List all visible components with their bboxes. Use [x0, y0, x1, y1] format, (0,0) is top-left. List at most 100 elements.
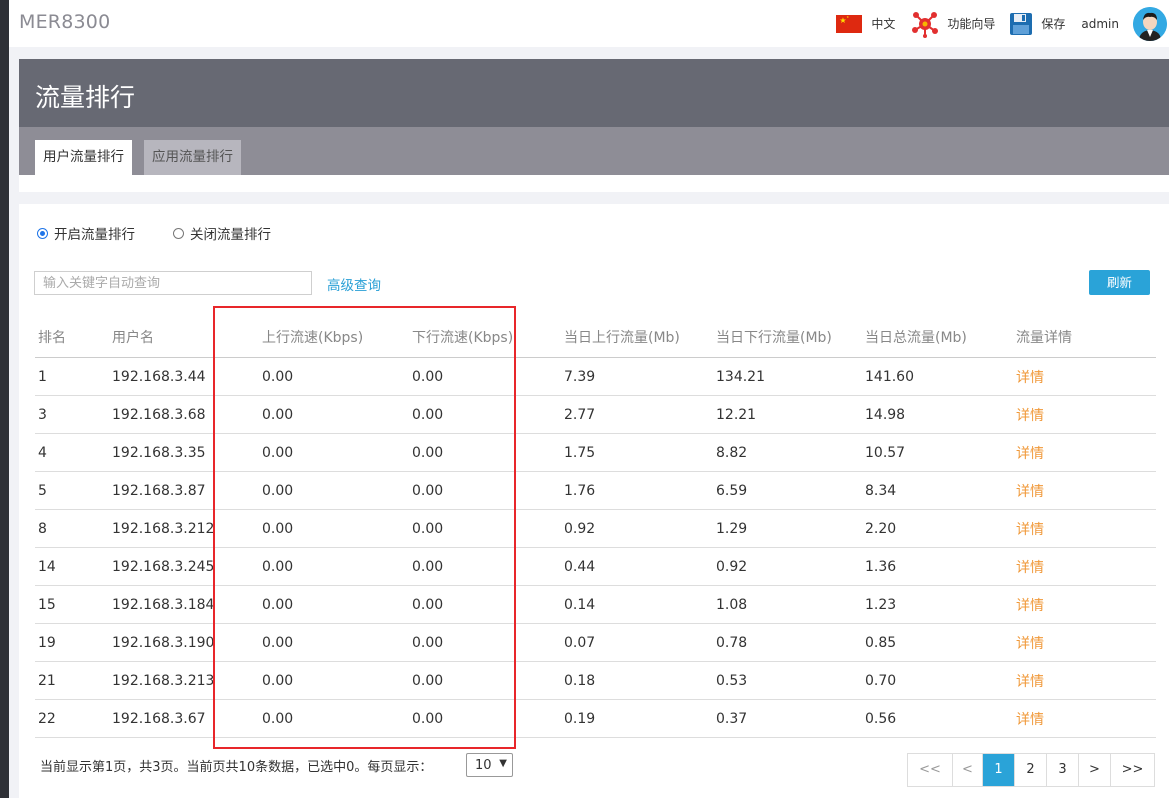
detail-link[interactable]: 详情	[1016, 395, 1156, 434]
save-label: 保存	[1041, 17, 1066, 31]
download-rate-cell: 0.00	[412, 395, 564, 434]
daily-upload-cell: 1.76	[564, 471, 716, 510]
main-content: 开启流量排行 关闭流量排行 高级查询 刷新 排名 用户名 上行流速(Kbps) …	[19, 204, 1169, 798]
rank-cell: 3	[35, 395, 112, 434]
page-number-button[interactable]: 2	[1014, 754, 1046, 786]
upload-rate-cell: 0.00	[262, 547, 412, 586]
username-cell: 192.168.3.190	[112, 623, 262, 662]
table-row: 15 192.168.3.184 0.00 0.00 0.14 1.08 1.23 详情	[35, 585, 1156, 624]
download-rate-cell: 0.00	[412, 623, 564, 662]
col-header-username[interactable]: 用户名	[112, 317, 262, 358]
rank-cell: 8	[35, 509, 112, 548]
rank-cell: 21	[35, 661, 112, 700]
save-button[interactable]: 保存	[1009, 12, 1065, 36]
username-cell: 192.168.3.67	[112, 699, 262, 738]
detail-link[interactable]: 详情	[1016, 585, 1156, 624]
daily-download-cell: 1.29	[716, 509, 865, 548]
radio-disable-ranking[interactable]: 关闭流量排行	[173, 223, 271, 243]
daily-upload-cell: 0.18	[564, 661, 716, 700]
search-input[interactable]	[34, 271, 312, 295]
refresh-button[interactable]: 刷新	[1089, 270, 1150, 295]
tab-app-traffic[interactable]: 应用流量排行	[144, 140, 241, 175]
page-size-select[interactable]: 10 ▼	[466, 753, 513, 777]
daily-upload-cell: 0.14	[564, 585, 716, 624]
page-number-button[interactable]: 3	[1046, 754, 1078, 786]
upload-rate-cell: 0.00	[262, 433, 412, 472]
table-header-row: 排名 用户名 上行流速(Kbps) 下行流速(Kbps) 当日上行流量(Mb) …	[35, 317, 1156, 358]
username-cell: 192.168.3.35	[112, 433, 262, 472]
daily-download-cell: 0.53	[716, 661, 865, 700]
daily-total-cell: 14.98	[865, 395, 1016, 434]
detail-link[interactable]: 详情	[1016, 433, 1156, 472]
username-cell: 192.168.3.87	[112, 471, 262, 510]
username-cell: 192.168.3.213	[112, 661, 262, 700]
table-row: 14 192.168.3.245 0.00 0.00 0.44 0.92 1.36 详情	[35, 547, 1156, 586]
tab-user-traffic[interactable]: 用户流量排行	[35, 140, 132, 175]
detail-link[interactable]: 详情	[1016, 699, 1156, 738]
floppy-disk-icon	[1010, 12, 1033, 35]
table-row: 5 192.168.3.87 0.00 0.00 1.76 6.59 8.34 详情	[35, 471, 1156, 510]
rank-cell: 15	[35, 585, 112, 624]
col-header-rank[interactable]: 排名	[35, 317, 112, 358]
user-avatar-icon	[1133, 6, 1167, 41]
col-header-daily-download[interactable]: 当日下行流量(Mb)	[716, 317, 865, 358]
username-cell: 192.168.3.184	[112, 585, 262, 624]
col-header-download-rate[interactable]: 下行流速(Kbps)	[412, 317, 564, 358]
daily-upload-cell: 0.19	[564, 699, 716, 738]
daily-download-cell: 1.08	[716, 585, 865, 624]
china-flag-icon: ★ ★	[836, 14, 863, 33]
detail-link[interactable]: 详情	[1016, 547, 1156, 586]
daily-total-cell: 0.70	[865, 661, 1016, 700]
detail-link[interactable]: 详情	[1016, 509, 1156, 548]
daily-total-cell: 1.23	[865, 585, 1016, 624]
detail-link[interactable]: 详情	[1016, 471, 1156, 510]
daily-total-cell: 1.36	[865, 547, 1016, 586]
ranking-toggle-group: 开启流量排行 关闭流量排行	[37, 223, 271, 243]
detail-link[interactable]: 详情	[1016, 357, 1156, 396]
table-row: 1 192.168.3.44 0.00 0.00 7.39 134.21 141.60 详情	[35, 357, 1156, 396]
tab-bar: 用户流量排行 应用流量排行	[19, 127, 1169, 175]
daily-total-cell: 2.20	[865, 509, 1016, 548]
advanced-query-link[interactable]: 高级查询	[327, 274, 381, 294]
daily-upload-cell: 7.39	[564, 357, 716, 396]
daily-total-cell: 8.34	[865, 471, 1016, 510]
wizard-button[interactable]: 功能向导	[911, 10, 995, 38]
upload-rate-cell: 0.00	[262, 661, 412, 700]
page-first-button[interactable]: <<	[908, 754, 952, 786]
table-row: 21 192.168.3.213 0.00 0.00 0.18 0.53 0.70 详情	[35, 661, 1156, 700]
daily-total-cell: 10.57	[865, 433, 1016, 472]
daily-total-cell: 141.60	[865, 357, 1016, 396]
pagination: << < 1 2 3 > >>	[907, 753, 1155, 787]
page-number-button[interactable]: 1	[982, 754, 1014, 786]
download-rate-cell: 0.00	[412, 509, 564, 548]
page-next-button[interactable]: >	[1078, 754, 1110, 786]
upload-rate-cell: 0.00	[262, 585, 412, 624]
page-last-button[interactable]: >>	[1110, 754, 1154, 786]
daily-total-cell: 0.85	[865, 623, 1016, 662]
daily-download-cell: 0.78	[716, 623, 865, 662]
table-row: 3 192.168.3.68 0.00 0.00 2.77 12.21 14.98 详情	[35, 395, 1156, 434]
download-rate-cell: 0.00	[412, 547, 564, 586]
language-switch[interactable]: ★ ★ 中文	[836, 14, 895, 33]
user-menu[interactable]: admin	[1081, 6, 1169, 41]
rank-cell: 4	[35, 433, 112, 472]
page-prev-button[interactable]: <	[952, 754, 982, 786]
radio-enable-ranking[interactable]: 开启流量排行	[37, 223, 135, 243]
upload-rate-cell: 0.00	[262, 699, 412, 738]
detail-link[interactable]: 详情	[1016, 623, 1156, 662]
col-header-daily-total[interactable]: 当日总流量(Mb)	[865, 317, 1016, 358]
top-right-actions: ★ ★ 中文 功能向导 保存 admin	[836, 0, 1169, 47]
rank-cell: 14	[35, 547, 112, 586]
download-rate-cell: 0.00	[412, 661, 564, 700]
traffic-ranking-table: 排名 用户名 上行流速(Kbps) 下行流速(Kbps) 当日上行流量(Mb) …	[35, 317, 1156, 738]
radio-disable-label: 关闭流量排行	[190, 227, 271, 243]
download-rate-cell: 0.00	[412, 699, 564, 738]
col-header-upload-rate[interactable]: 上行流速(Kbps)	[262, 317, 412, 358]
pagination-summary: 当前显示第1页，共3页。当前页共10条数据，已选中0。每页显示：	[40, 760, 433, 775]
daily-download-cell: 0.37	[716, 699, 865, 738]
rank-cell: 22	[35, 699, 112, 738]
radio-unchecked-icon	[173, 227, 184, 239]
daily-upload-cell: 0.44	[564, 547, 716, 586]
detail-link[interactable]: 详情	[1016, 661, 1156, 700]
col-header-daily-upload[interactable]: 当日上行流量(Mb)	[564, 317, 716, 358]
